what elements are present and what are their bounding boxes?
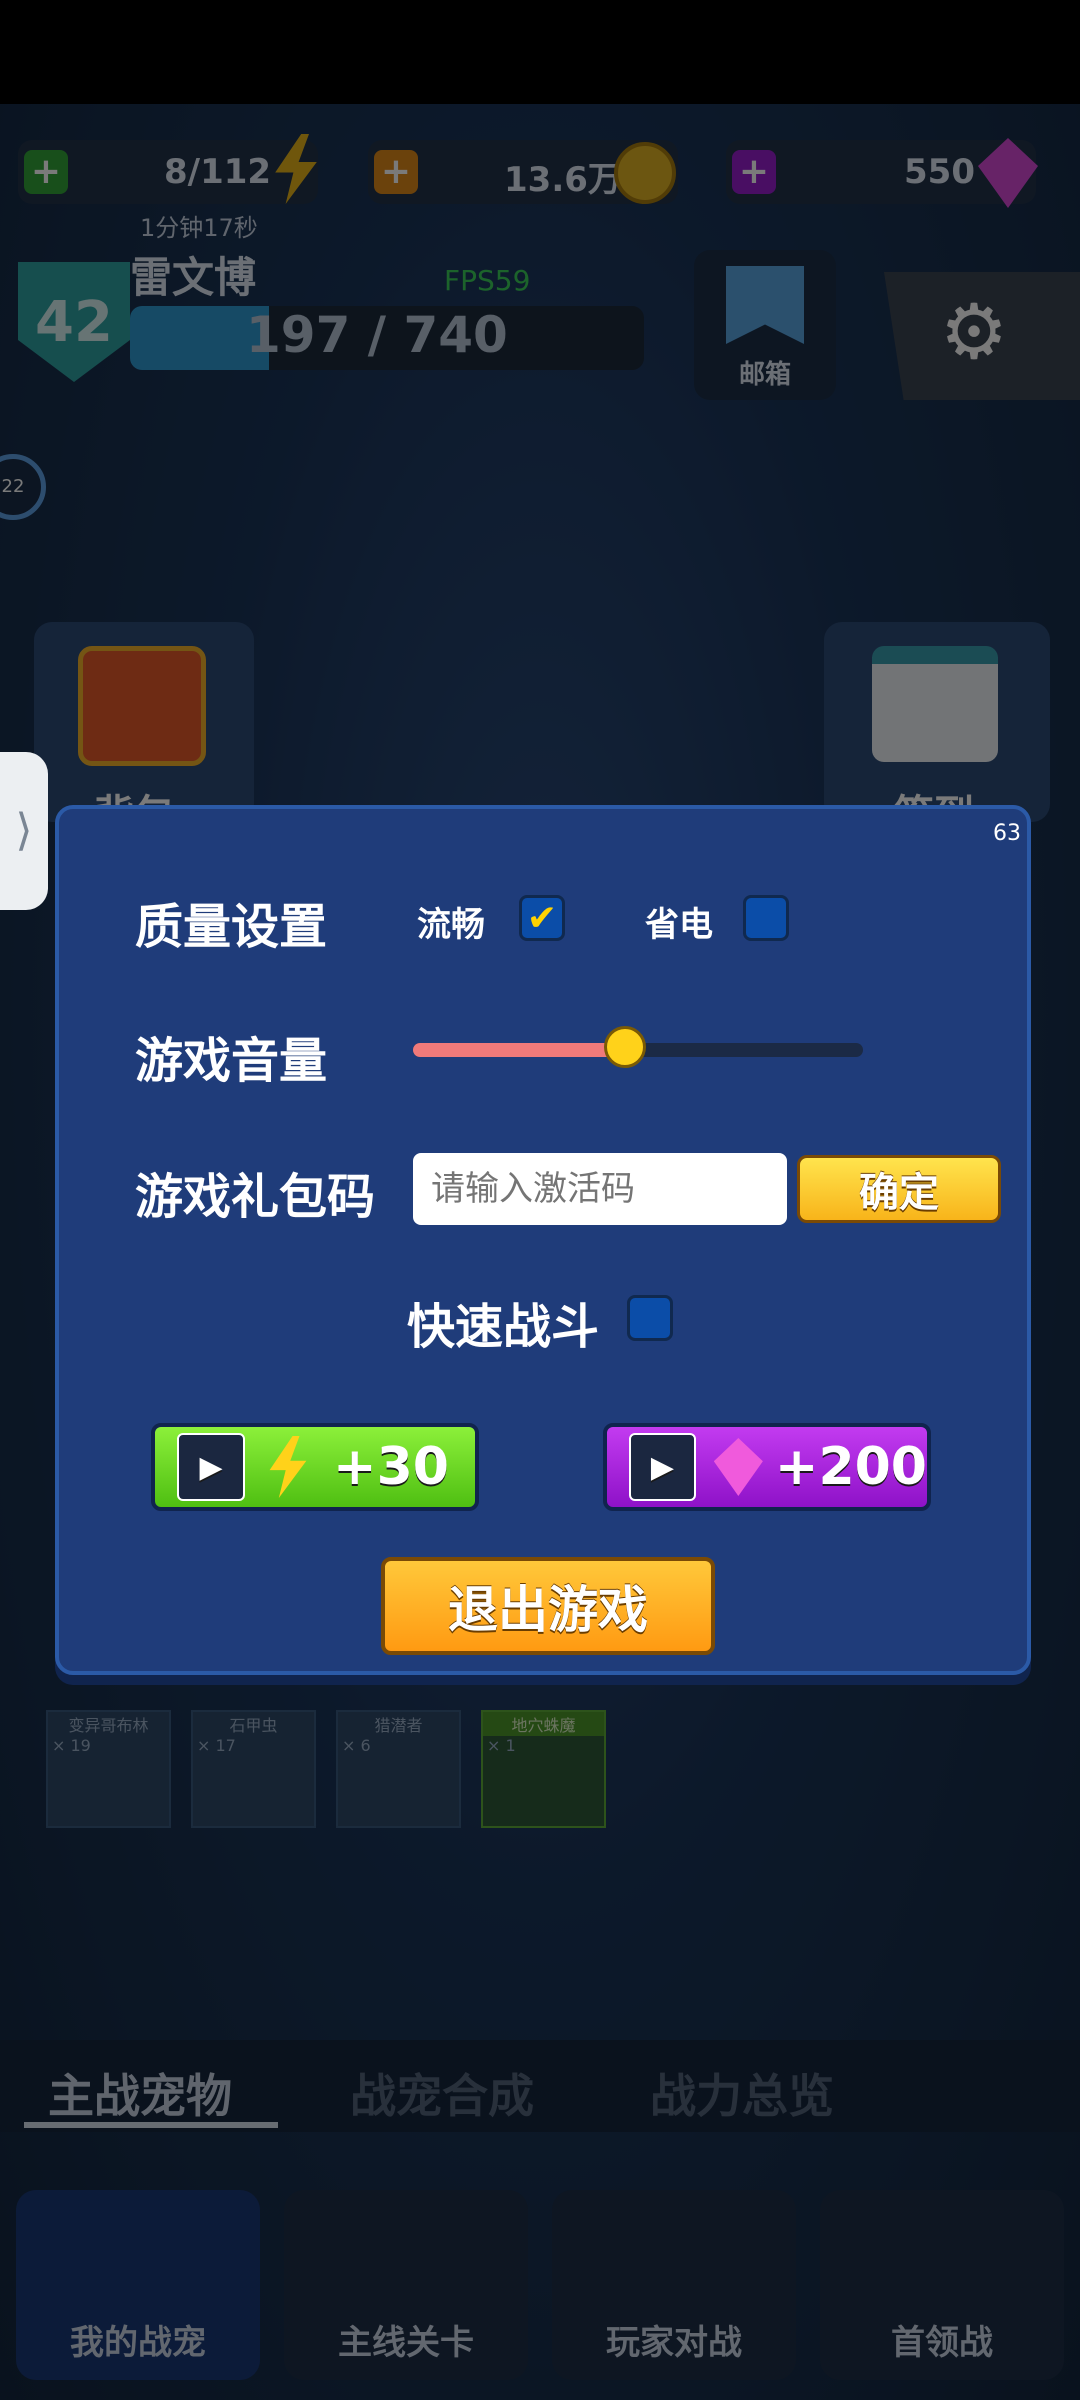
pet-card[interactable]: 猎潜者 × 6 [336,1710,461,1828]
bottom-nav: 我的战宠 主线关卡 玩家对战 首领战 [16,2190,1066,2390]
dialog-corner-number: 63 [993,821,1021,846]
pet-count: × 1 [487,1736,516,1755]
lightning-icon [269,1436,307,1498]
mail-label: 邮箱 [738,360,791,390]
pet-name: 猎潜者 [374,1716,423,1735]
pet-card[interactable]: 石甲虫 × 17 [191,1710,316,1828]
settings-dialog: 63 质量设置 流畅 ✔ 省电 游戏音量 游戏礼包码 确定 快速战斗 ▶ +30… [55,805,1031,1675]
xp-value: 197 / 740 [246,306,508,364]
volume-label: 游戏音量 [135,1033,328,1089]
watch-ad-gems-button[interactable]: ▶ +200 [603,1423,931,1511]
energy-timer: 1分钟17秒 [140,214,258,242]
pet-card-list: 变异哥布林 × 19 石甲虫 × 17 猎潜者 × 6 地穴蛛魔 × 1 [46,1710,606,1830]
quality-powersave-checkbox[interactable] [743,895,789,941]
nav-label: 首领战 [891,2323,993,2363]
pet-name: 变异哥布林 [68,1716,149,1735]
player-level: 42 [35,289,113,355]
volume-slider[interactable] [413,1026,863,1068]
gear-icon: ⚙ [939,287,1009,376]
nav-label: 主线关卡 [338,2323,474,2363]
quality-smooth-checkbox[interactable]: ✔ [519,895,565,941]
nav-label: 玩家对战 [606,2323,742,2363]
coin-icon [614,142,676,204]
pet-name: 地穴蛛魔 [483,1712,604,1736]
sign-tile[interactable]: 签到 [824,622,1050,838]
mail-icon [726,266,804,344]
add-coins-icon[interactable]: + [374,150,418,194]
calendar-icon [872,646,998,762]
exit-game-button[interactable]: 退出游戏 [381,1557,715,1655]
pet-count: × 6 [342,1736,371,1755]
gift-code-label: 游戏礼包码 [135,1169,376,1225]
player-name: 雷文博 [130,253,257,302]
pet-card[interactable]: 地穴蛛魔 × 1 [481,1710,606,1828]
tab-underline [24,2122,278,2128]
nav-my-pets[interactable]: 我的战宠 [16,2190,260,2380]
add-gems-icon[interactable]: + [732,150,776,194]
settings-button[interactable]: ⚙ [884,272,1080,400]
quality-label: 质量设置 [135,899,328,955]
nav-pvp[interactable]: 玩家对战 [552,2190,796,2380]
nav-label: 我的战宠 [70,2323,206,2363]
energy-reward-value: +30 [333,1437,449,1497]
tab-main-pets[interactable]: 主战宠物 [48,2060,232,2126]
side-badge-value: 22 [1,476,25,497]
gem-icon [713,1438,763,1496]
clapperboard-icon: ▶ [629,1433,696,1501]
tab-power-overview[interactable]: 战力总览 [650,2060,834,2126]
player-level-badge: 42 [18,262,130,382]
gem-reward-value: +200 [774,1437,927,1497]
coins-value: 13.6万 [504,160,622,200]
energy-pill[interactable]: + 8/112 [18,140,318,204]
volume-slider-knob[interactable] [603,1026,646,1068]
fps-counter: FPS59 [444,264,531,297]
pet-name: 石甲虫 [229,1716,278,1735]
fast-battle-label: 快速战斗 [407,1299,600,1355]
add-energy-icon[interactable]: + [24,150,68,194]
gift-code-input[interactable] [413,1153,787,1225]
volume-slider-fill [413,1043,625,1057]
fast-battle-checkbox[interactable] [627,1295,673,1341]
confirm-label: 确定 [859,1170,939,1216]
pet-count: × 17 [197,1736,236,1755]
gems-value: 550 [904,152,975,192]
energy-value: 8/112 [164,152,272,192]
nav-boss-battle[interactable]: 首领战 [820,2190,1064,2380]
quality-option-smooth-label: 流畅 [417,905,485,945]
pet-card[interactable]: 变异哥布林 × 19 [46,1710,171,1828]
exit-game-label: 退出游戏 [448,1581,648,1639]
bag-tile[interactable]: 背包 [34,622,254,838]
nav-main-levels[interactable]: 主线关卡 [284,2190,528,2380]
pet-count: × 19 [52,1736,91,1755]
tab-merge-pets[interactable]: 战宠合成 [350,2060,534,2126]
confirm-button[interactable]: 确定 [797,1155,1001,1223]
watch-ad-energy-button[interactable]: ▶ +30 [151,1423,479,1511]
mail-button[interactable]: 邮箱 [694,250,836,400]
quality-option-powersave-label: 省电 [645,905,713,945]
bag-icon [78,646,206,766]
clapperboard-icon: ▶ [177,1433,245,1501]
side-drawer-handle[interactable]: ⟩ [0,752,48,910]
side-badge[interactable]: 22 [0,454,46,520]
tab-bar: 主战宠物 战宠合成 战力总览 [0,2040,1080,2132]
